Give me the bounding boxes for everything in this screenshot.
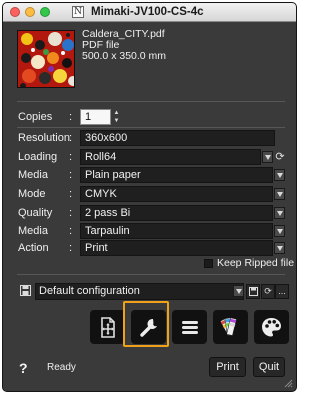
layout-button[interactable] xyxy=(90,310,125,344)
action-row: Action : Print xyxy=(3,240,296,256)
tool-bar xyxy=(90,310,290,348)
color-swatches-button[interactable] xyxy=(213,310,248,344)
layout-icon xyxy=(101,317,115,338)
divider xyxy=(17,127,285,128)
mode-select[interactable]: CMYK xyxy=(80,186,273,202)
quit-button[interactable]: Quit xyxy=(253,357,285,377)
copies-input[interactable]: 1 xyxy=(80,109,111,125)
action-dropdown-icon[interactable] xyxy=(274,242,285,254)
loading-row: Loading : Roll64 ⟳ xyxy=(3,149,296,165)
divider xyxy=(17,101,285,102)
resolution-select[interactable]: 360x600 xyxy=(80,130,275,146)
copies-label: Copies xyxy=(18,111,53,123)
colon: : xyxy=(69,207,73,219)
help-button[interactable]: ? xyxy=(19,360,28,376)
media-type-select[interactable]: Tarpaulin xyxy=(80,223,273,239)
palette-button[interactable] xyxy=(254,310,289,344)
mode-dropdown-icon[interactable] xyxy=(274,188,285,200)
quality-select[interactable]: 2 pass Bi xyxy=(80,205,273,221)
close-window-button[interactable] xyxy=(10,7,20,17)
resize-grip-icon[interactable] xyxy=(284,379,293,388)
configuration-select[interactable]: Default configuration xyxy=(35,283,244,300)
configuration-row: Default configuration ⟳ ... xyxy=(17,283,289,300)
menu-icon xyxy=(182,321,198,334)
status-text: Ready xyxy=(47,362,76,373)
file-size: 500.0 x 350.0 mm xyxy=(82,50,167,62)
quality-row: Quality : 2 pass Bi xyxy=(3,205,296,221)
file-thumbnail xyxy=(17,30,75,88)
settings-button[interactable] xyxy=(131,310,166,344)
palette-icon xyxy=(262,318,281,337)
file-info-area: Caldera_CITY.pdf PDF file 500.0 x 350.0 … xyxy=(3,23,296,109)
media-select[interactable]: Plain paper xyxy=(80,167,273,183)
quality-dropdown-icon[interactable] xyxy=(274,207,285,219)
media-type-dropdown-icon[interactable] xyxy=(274,225,285,237)
loading-dropdown-icon[interactable] xyxy=(262,151,273,163)
minimize-window-button[interactable] xyxy=(25,7,35,17)
media-row: Media : Plain paper xyxy=(3,167,296,183)
colon: : xyxy=(69,242,73,254)
save-config-icon[interactable] xyxy=(246,284,260,299)
print-button[interactable]: Print xyxy=(209,357,246,377)
colon: : xyxy=(69,151,73,163)
refresh-config-icon[interactable]: ⟳ xyxy=(261,284,275,299)
quality-label: Quality xyxy=(18,207,53,219)
zoom-window-button[interactable] xyxy=(40,7,50,17)
loading-select[interactable]: Roll64 xyxy=(80,149,261,165)
resolution-row: Resolution : 360x600 xyxy=(3,130,296,146)
loading-label: Loading xyxy=(18,151,58,163)
save-icon[interactable] xyxy=(19,285,32,298)
refresh-icon[interactable]: ⟳ xyxy=(274,150,286,164)
window-title: Mimaki-JV100-CS-4c xyxy=(91,6,204,18)
more-options-button[interactable]: ... xyxy=(275,284,289,299)
action-select[interactable]: Print xyxy=(80,240,273,256)
list-button[interactable] xyxy=(172,310,207,344)
mode-row: Mode : CMYK xyxy=(3,186,296,202)
configuration-dropdown-icon[interactable] xyxy=(233,285,244,297)
app-icon: N xyxy=(72,6,84,18)
media-type-label: Media xyxy=(18,225,48,237)
title-bar: N Mimaki-JV100-CS-4c xyxy=(3,3,296,22)
print-window: N Mimaki-JV100-CS-4c Caldera_CITY.pdf PD… xyxy=(2,2,297,392)
mode-label: Mode xyxy=(18,188,46,200)
keep-ripped-checkbox[interactable] xyxy=(204,259,213,268)
media-dropdown-icon[interactable] xyxy=(274,169,285,181)
copies-stepper[interactable]: ▲ ▼ xyxy=(113,109,120,125)
stepper-up-icon[interactable]: ▲ xyxy=(113,109,120,117)
media-type-row: Media : Tarpaulin xyxy=(3,223,296,239)
colon: : xyxy=(69,225,73,237)
keep-ripped-label: Keep Ripped file xyxy=(217,257,295,269)
wrench-icon xyxy=(140,318,157,337)
resolution-label: Resolution xyxy=(18,132,70,144)
media-label: Media xyxy=(18,169,48,181)
copies-row: Copies : 1 ▲ ▼ xyxy=(3,109,296,125)
color-swatches-icon xyxy=(219,317,237,337)
colon: : xyxy=(69,111,73,123)
colon: : xyxy=(69,132,73,144)
file-details: Caldera_CITY.pdf PDF file 500.0 x 350.0 … xyxy=(82,29,166,62)
colon: : xyxy=(69,169,73,181)
stepper-down-icon[interactable]: ▼ xyxy=(113,117,120,125)
action-label: Action xyxy=(18,242,49,254)
divider xyxy=(17,274,285,275)
colon: : xyxy=(69,188,73,200)
